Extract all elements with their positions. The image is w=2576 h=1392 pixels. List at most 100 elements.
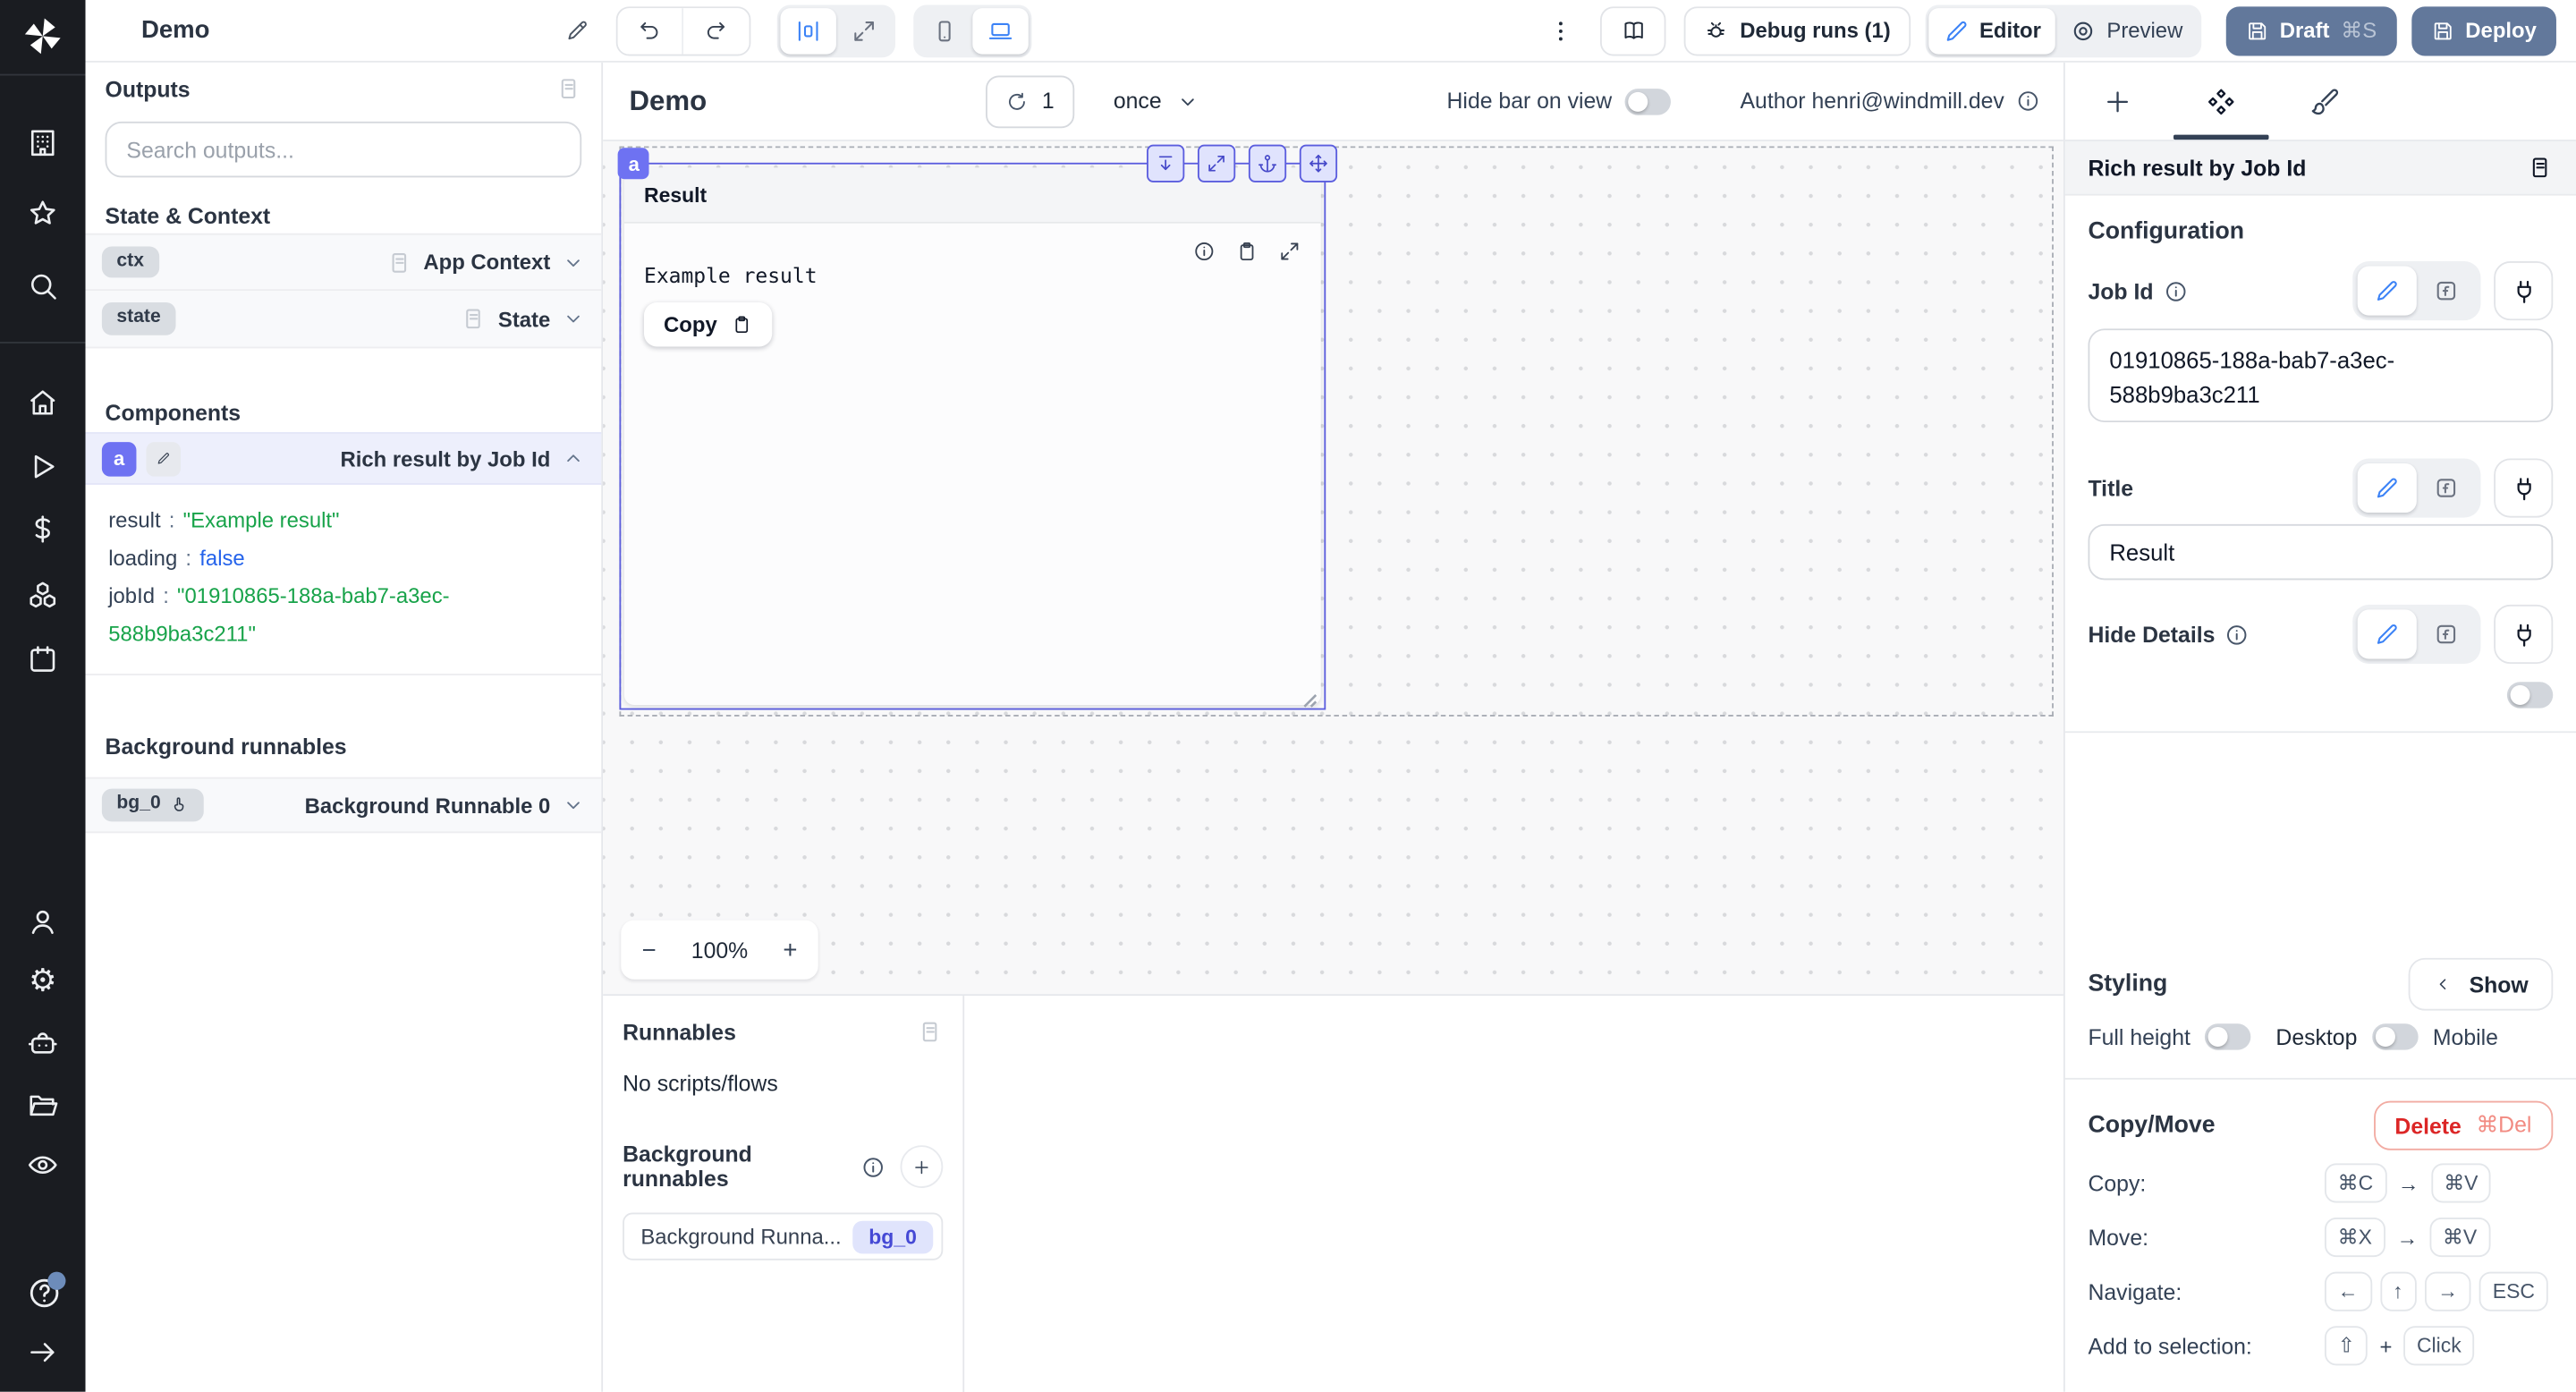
fullscreen-icon[interactable] bbox=[1197, 144, 1236, 182]
settings-gear-icon[interactable]: ⚙ bbox=[26, 965, 59, 999]
variables-dollar-icon[interactable] bbox=[26, 513, 59, 546]
draft-button[interactable]: Draft ⌘S bbox=[2225, 5, 2397, 55]
job-id-input[interactable]: 01910865-188a-bab7-a3ec-588b9ba3c211 bbox=[2088, 328, 2554, 423]
undo-button[interactable] bbox=[617, 7, 683, 54]
centered-layout-icon[interactable] bbox=[779, 7, 836, 54]
resize-handle[interactable] bbox=[1303, 687, 1318, 708]
audit-eye-icon[interactable] bbox=[26, 1149, 59, 1182]
search-outputs-input[interactable] bbox=[105, 121, 582, 178]
add-bg-runnable-button[interactable] bbox=[900, 1145, 944, 1188]
clipboard-icon[interactable] bbox=[1235, 240, 1258, 263]
home-icon[interactable] bbox=[26, 386, 59, 420]
refresh-count-button[interactable]: 1 bbox=[986, 74, 1074, 128]
windmill-logo-icon[interactable] bbox=[21, 15, 64, 58]
delete-component-button[interactable]: Delete ⌘Del bbox=[2373, 1100, 2554, 1150]
doc-icon[interactable] bbox=[555, 75, 581, 101]
bg-runnable-item[interactable]: Background Runna... bg_0 bbox=[623, 1212, 944, 1260]
deploy-button[interactable]: Deploy bbox=[2411, 5, 2556, 55]
info-icon[interactable] bbox=[860, 1154, 886, 1179]
info-icon[interactable] bbox=[1192, 240, 1216, 263]
static-pencil-icon[interactable] bbox=[2357, 609, 2417, 659]
result-component-card: Result Example result Copy bbox=[623, 167, 1321, 705]
zoom-in-button[interactable]: + bbox=[769, 927, 812, 972]
anchor-icon[interactable] bbox=[1248, 144, 1287, 182]
shortcut-row-add-selection: Add to selection: ⇧ + Click bbox=[2088, 1324, 2553, 1367]
doc-icon bbox=[386, 249, 411, 275]
hide-details-toggle[interactable] bbox=[2506, 682, 2554, 709]
info-icon[interactable] bbox=[2224, 622, 2250, 647]
active-tab-underline bbox=[2173, 134, 2269, 140]
folders-icon[interactable] bbox=[26, 1088, 59, 1121]
workspace-icon[interactable] bbox=[26, 126, 59, 159]
styling-show-button[interactable]: Show bbox=[2408, 957, 2554, 1011]
kbd-shift: ⇧ bbox=[2324, 1326, 2368, 1366]
static-pencil-icon[interactable] bbox=[2357, 266, 2417, 316]
app-sidebar: ⚙ bbox=[0, 0, 86, 1392]
more-menu-kebab-icon[interactable] bbox=[1547, 13, 1573, 48]
save-icon bbox=[2248, 21, 2266, 39]
tab-preview[interactable]: Preview bbox=[2055, 7, 2197, 53]
hide-bar-toggle[interactable] bbox=[1624, 88, 1672, 115]
info-icon[interactable] bbox=[2016, 89, 2041, 114]
workers-robot-icon[interactable] bbox=[26, 1027, 59, 1060]
connect-plug-icon[interactable] bbox=[2494, 261, 2554, 321]
search-icon[interactable] bbox=[26, 269, 59, 302]
chevron-down-icon bbox=[1176, 89, 1199, 113]
resources-cubes-icon[interactable] bbox=[26, 579, 59, 612]
move-icon[interactable] bbox=[1299, 144, 1338, 182]
rename-pencil-icon[interactable] bbox=[563, 15, 592, 45]
static-pencil-icon[interactable] bbox=[2357, 463, 2417, 514]
schedules-calendar-icon[interactable] bbox=[26, 642, 59, 675]
author-info: Author henri@windmill.dev bbox=[1740, 89, 2040, 114]
styling-title: Styling bbox=[2088, 971, 2168, 997]
input-mode-segment bbox=[2352, 261, 2481, 321]
zoom-out-button[interactable]: − bbox=[628, 927, 671, 972]
bg-runnable-row[interactable]: bg_0 Background Runnable 0 bbox=[85, 777, 602, 834]
kbd-cmd-v: ⌘V bbox=[2429, 1217, 2490, 1258]
function-f-icon[interactable] bbox=[2417, 609, 2476, 658]
mobile-view-icon[interactable] bbox=[916, 7, 971, 53]
tab-styling-brush-icon[interactable] bbox=[2272, 63, 2376, 140]
full-width-icon[interactable] bbox=[835, 7, 891, 53]
function-f-icon[interactable] bbox=[2417, 463, 2476, 513]
tab-insert-plus-icon[interactable] bbox=[2065, 63, 2169, 140]
state-row[interactable]: state State bbox=[85, 291, 602, 349]
app-canvas[interactable]: a Result Example result Copy − 100% + bbox=[603, 140, 2063, 995]
shortcut-row-navigate: Navigate: ← ↑ → ESC bbox=[2088, 1270, 2553, 1313]
favorites-star-icon[interactable] bbox=[26, 197, 59, 230]
tab-editor[interactable]: Editor bbox=[1928, 7, 2056, 54]
tab-components-diamonds-icon[interactable] bbox=[2168, 63, 2272, 140]
debug-runs-button[interactable]: Debug runs (1) bbox=[1683, 5, 1911, 55]
mobile-label: Mobile bbox=[2432, 1024, 2498, 1049]
state-context-title: State & Context bbox=[105, 203, 271, 229]
doc-icon[interactable] bbox=[917, 1019, 943, 1045]
component-row-a[interactable]: a Rich result by Job Id bbox=[85, 432, 602, 485]
connect-plug-icon[interactable] bbox=[2494, 604, 2554, 665]
doc-icon[interactable] bbox=[2527, 155, 2553, 181]
runs-play-icon[interactable] bbox=[26, 450, 59, 483]
user-icon[interactable] bbox=[26, 905, 59, 938]
runnables-empty-text: No scripts/flows bbox=[623, 1071, 778, 1097]
full-height-toggle[interactable] bbox=[2205, 1023, 2251, 1050]
redo-button[interactable] bbox=[682, 7, 749, 54]
info-icon[interactable] bbox=[2164, 278, 2189, 303]
function-f-icon[interactable] bbox=[2417, 267, 2476, 316]
edit-component-pencil-icon[interactable] bbox=[146, 441, 182, 476]
copy-result-button[interactable]: Copy bbox=[643, 301, 772, 347]
expand-down-icon[interactable] bbox=[1147, 144, 1185, 182]
desktop-mobile-toggle[interactable] bbox=[2371, 1023, 2419, 1050]
ctx-row[interactable]: ctx App Context bbox=[85, 233, 602, 292]
bg-runnable-label: Background Runnable 0 bbox=[304, 793, 551, 818]
expand-icon[interactable] bbox=[1278, 240, 1301, 263]
refresh-mode-dropdown[interactable]: once bbox=[1104, 87, 1209, 115]
sidebar-divider bbox=[0, 342, 86, 344]
settings-tabs bbox=[2064, 63, 2576, 141]
docs-book-button[interactable] bbox=[1600, 5, 1666, 55]
selected-component[interactable]: a Result Example result Copy bbox=[618, 144, 1338, 710]
connect-plug-icon[interactable] bbox=[2494, 458, 2554, 518]
kbd-cmd-v: ⌘V bbox=[2430, 1163, 2492, 1203]
device-segment bbox=[912, 4, 1031, 57]
expand-sidebar-arrow-icon[interactable] bbox=[26, 1336, 59, 1369]
title-input[interactable] bbox=[2088, 523, 2554, 581]
desktop-view-icon[interactable] bbox=[971, 7, 1029, 54]
